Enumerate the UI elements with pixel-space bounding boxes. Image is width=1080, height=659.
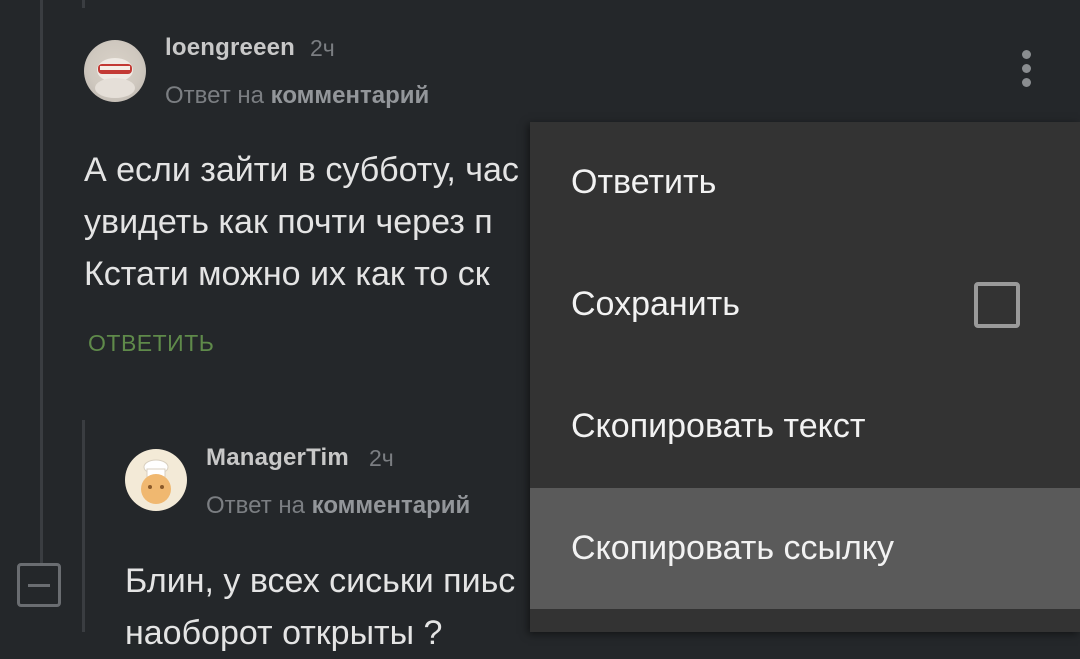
menu-item-save[interactable]: Сохранить [530, 244, 1080, 365]
reply-button[interactable]: ОТВЕТИТЬ [88, 330, 214, 357]
reply-to-line: Ответ на комментарий [165, 82, 429, 110]
menu-item-reply[interactable]: Ответить [530, 122, 1080, 243]
avatar-image [141, 459, 171, 504]
menu-item-label: Ответить [571, 163, 717, 201]
menu-item-copy-link[interactable]: Скопировать ссылку [530, 488, 1080, 609]
reply-to-prefix: Ответ на [165, 82, 264, 109]
collapse-thread-icon[interactable] [17, 563, 61, 607]
avatar[interactable] [84, 40, 146, 102]
more-options-icon[interactable] [1020, 50, 1032, 92]
menu-item-label: Скопировать ссылку [571, 529, 895, 567]
menu-item-copy-text[interactable]: Скопировать текст [530, 366, 1080, 487]
comment-username[interactable]: loengreeen [165, 34, 295, 62]
reply-to-link[interactable]: комментарий [312, 492, 471, 519]
comment-username[interactable]: ManagerTim [206, 444, 349, 472]
comment-time: 2ч [310, 35, 335, 61]
context-menu: Ответить Сохранить Скопировать текст Ско… [530, 122, 1080, 632]
menu-item-label: Скопировать текст [571, 407, 866, 445]
comment-text: А если зайти в субботу, час увидеть как … [84, 151, 519, 293]
comment-time: 2ч [369, 445, 394, 471]
reply-to-prefix: Ответ на [206, 492, 305, 519]
thread-line-nested [82, 420, 85, 632]
avatar-image [95, 58, 135, 98]
reply-to-link[interactable]: комментарий [271, 82, 430, 109]
menu-item-label: Сохранить [571, 285, 740, 323]
save-checkbox[interactable] [974, 282, 1020, 328]
thread-line-top [82, 0, 85, 8]
reply-to-line: Ответ на комментарий [206, 492, 470, 520]
comment-text: Блин, у всех сиськи пиьс наоборот открыт… [125, 562, 516, 652]
thread-line-outer [40, 0, 43, 565]
avatar[interactable] [125, 449, 187, 511]
